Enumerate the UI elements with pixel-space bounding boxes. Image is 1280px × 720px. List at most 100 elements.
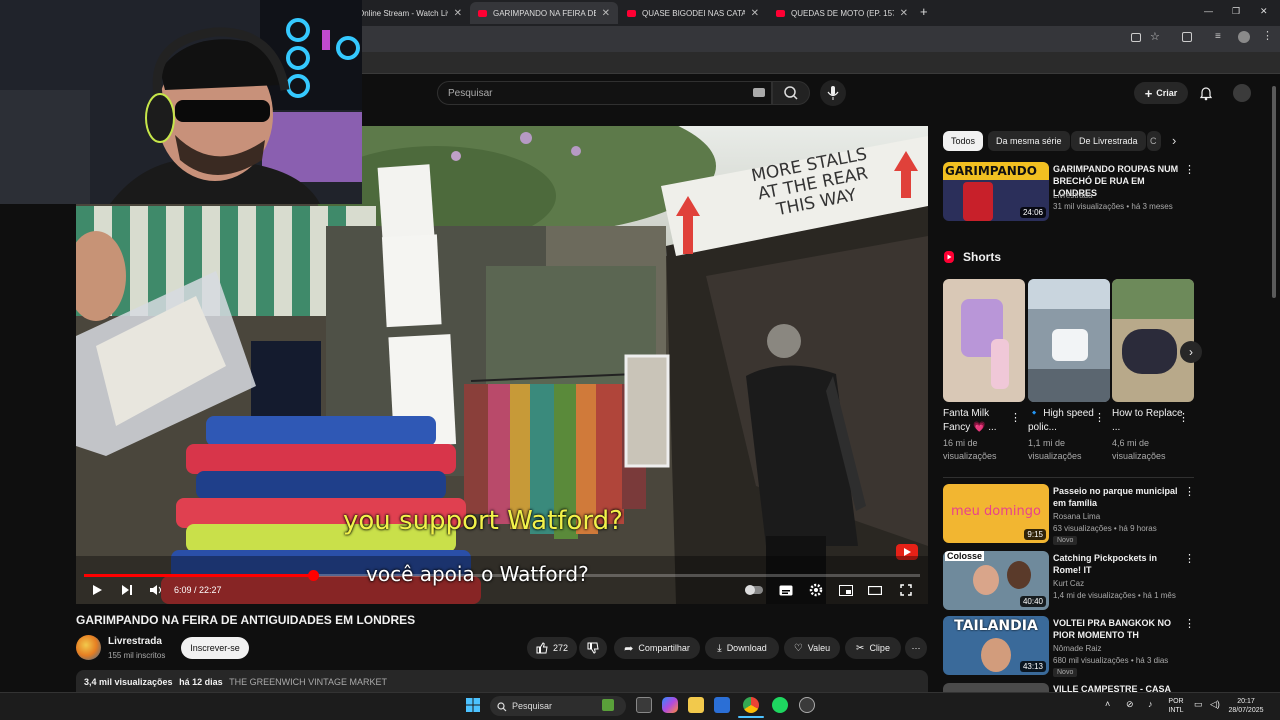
volume-icon[interactable]: ◁) [1210,700,1220,709]
spotify-icon[interactable] [772,697,788,713]
channel-avatar[interactable] [76,635,101,660]
short-thumbnail[interactable] [943,279,1025,402]
video-title[interactable]: Passeio no parque municipal em família [1053,485,1183,509]
close-icon[interactable]: ✕ [454,8,462,19]
video-thumbnail[interactable]: Colosse 40:40 [943,551,1049,610]
chip-more[interactable]: C [1147,131,1161,151]
chip-all[interactable]: Todos [943,131,984,151]
maximize-button[interactable]: ❐ [1232,6,1240,17]
more-vertical-icon[interactable]: ⋮ [1094,411,1105,424]
task-view-icon[interactable] [636,697,652,713]
language-indicator[interactable]: POR INTL [1166,697,1186,715]
close-window-button[interactable]: ✕ [1260,6,1268,17]
progress-scrubber[interactable] [308,570,320,581]
network-off-icon[interactable]: ⊘ [1126,700,1134,709]
autoplay-toggle[interactable] [743,582,765,598]
search-input[interactable]: Pesquisar [437,81,772,105]
close-icon[interactable]: ✕ [900,8,908,19]
widget-icon[interactable] [602,699,614,711]
media-control-icon[interactable]: ≡ [1215,31,1221,42]
minimize-button[interactable]: — [1204,6,1213,16]
short-thumbnail[interactable] [1112,279,1194,402]
start-button[interactable] [466,698,480,717]
more-vertical-icon[interactable]: ⋮ [1184,552,1195,565]
obs-icon[interactable] [799,697,815,713]
video-thumbnail[interactable]: meu domingo 9:15 [943,484,1049,543]
more-vertical-icon[interactable]: ⋮ [1184,617,1195,630]
video-thumbnail[interactable]: GARIMPANDO 24:06 [943,162,1049,221]
chip-from-channel[interactable]: De Livrestrada [1071,131,1146,151]
download-button[interactable]: ⤓ Download [705,637,779,659]
video-title[interactable]: Catching Pickpockets in Rome! IT [1053,552,1183,576]
video-tag[interactable]: THE GREENWICH VINTAGE MARKET [229,677,387,687]
video-title[interactable]: VOLTEI PRA BANGKOK NO PIOR MOMENTO TH [1053,617,1183,641]
more-vertical-icon[interactable]: ⋮ [1184,163,1195,176]
chevron-up-icon[interactable]: ˄ [1105,700,1110,709]
keyboard-icon[interactable] [753,88,765,97]
more-vertical-icon[interactable]: ⋮ [1184,485,1195,498]
miniplayer-button[interactable] [838,582,854,598]
share-button[interactable]: ➦ Compartilhar [614,637,700,659]
more-actions-button[interactable]: ⋯ [905,637,927,659]
short-thumbnail[interactable] [1028,279,1110,402]
next-button[interactable] [119,582,135,598]
clip-button[interactable]: ✂ Clipe [845,637,901,659]
subtitles-button[interactable] [778,582,794,598]
store-icon[interactable] [714,697,730,713]
short-views: 1,1 mi de [1028,438,1066,448]
upload-date: há 12 dias [179,677,223,687]
short-title[interactable]: 🔹 High speed polic... [1028,407,1100,435]
settings-button[interactable] [808,582,824,598]
dislike-button[interactable] [579,637,607,659]
tab-online-stream[interactable]: Online Stream - Watch Live ✕ [350,2,470,24]
tab-garimpando[interactable]: GARIMPANDO NA FEIRA DE ANTIGUIDADES ✕ [470,2,618,24]
search-button[interactable] [772,81,810,105]
theater-mode-button[interactable] [867,582,883,598]
microphone-icon[interactable]: ♪ [1148,700,1153,709]
file-explorer-icon[interactable] [688,697,704,713]
page-scrollbar[interactable] [1272,86,1276,298]
channel-name[interactable]: Nômade Raiz [1053,643,1183,654]
more-vertical-icon[interactable]: ⋮ [1010,411,1021,424]
account-avatar[interactable] [1233,84,1251,102]
like-button[interactable]: 272 [527,637,577,659]
notifications-button[interactable] [1199,85,1213,106]
volume-button[interactable] [148,582,164,598]
play-button[interactable] [89,582,105,598]
chip-same-series[interactable]: Da mesma série [988,131,1070,151]
video-thumbnail[interactable]: TAILANDIA 43:13 [943,616,1049,675]
tab-quase-bigodei[interactable]: QUASE BIGODEI NAS CATARATAS ✕ [619,2,767,24]
browser-menu-icon[interactable]: ⋮ [1262,29,1273,42]
extensions-icon[interactable] [1182,32,1192,42]
short-title[interactable]: How to Replace ... [1112,407,1184,435]
channel-name[interactable]: Rosana Lima [1053,511,1183,522]
profile-avatar[interactable] [1238,31,1250,43]
install-app-icon[interactable] [1131,33,1141,42]
video-title[interactable]: VILLE CAMPESTRE - CASA em [1053,683,1183,692]
video-meta: 1,4 mi de visualizações • há 1 mês [1053,591,1176,600]
more-horizontal-icon: ⋯ [911,642,921,653]
more-vertical-icon[interactable]: ⋮ [1178,411,1189,424]
channel-name[interactable]: Livrestrada [108,636,162,647]
short-title[interactable]: Fanta Milk Fancy 💗 ... [943,407,1015,435]
subscribe-button[interactable]: Inscrever-se [181,637,249,659]
thanks-button[interactable]: ♡ Valeu [784,637,840,659]
shorts-next-button[interactable]: › [1180,341,1202,363]
video-thumbnail[interactable] [943,683,1049,692]
create-button[interactable]: + Criar [1134,82,1188,104]
tab-quedas-de-moto[interactable]: QUEDAS DE MOTO (EP. 157) - YouTube ✕ [768,2,916,24]
channel-name[interactable]: Kurt Caz [1053,578,1183,589]
chrome-icon[interactable] [743,697,759,713]
voice-search-button[interactable] [820,80,846,106]
copilot-icon[interactable] [662,697,678,713]
fullscreen-button[interactable] [898,582,914,598]
clock[interactable]: 20:17 28/07/2025 [1226,697,1266,715]
close-icon[interactable]: ✕ [602,8,610,19]
channel-name[interactable]: Livrestrada [1053,190,1183,201]
close-icon[interactable]: ✕ [751,8,759,19]
description-box[interactable]: 3,4 mil visualizações há 12 dias THE GRE… [76,670,928,692]
chevron-right-icon[interactable]: › [1172,133,1176,148]
bookmark-star-icon[interactable]: ☆ [1150,30,1160,43]
new-tab-button[interactable]: + [920,4,928,19]
display-icon[interactable]: ▭ [1194,700,1203,709]
